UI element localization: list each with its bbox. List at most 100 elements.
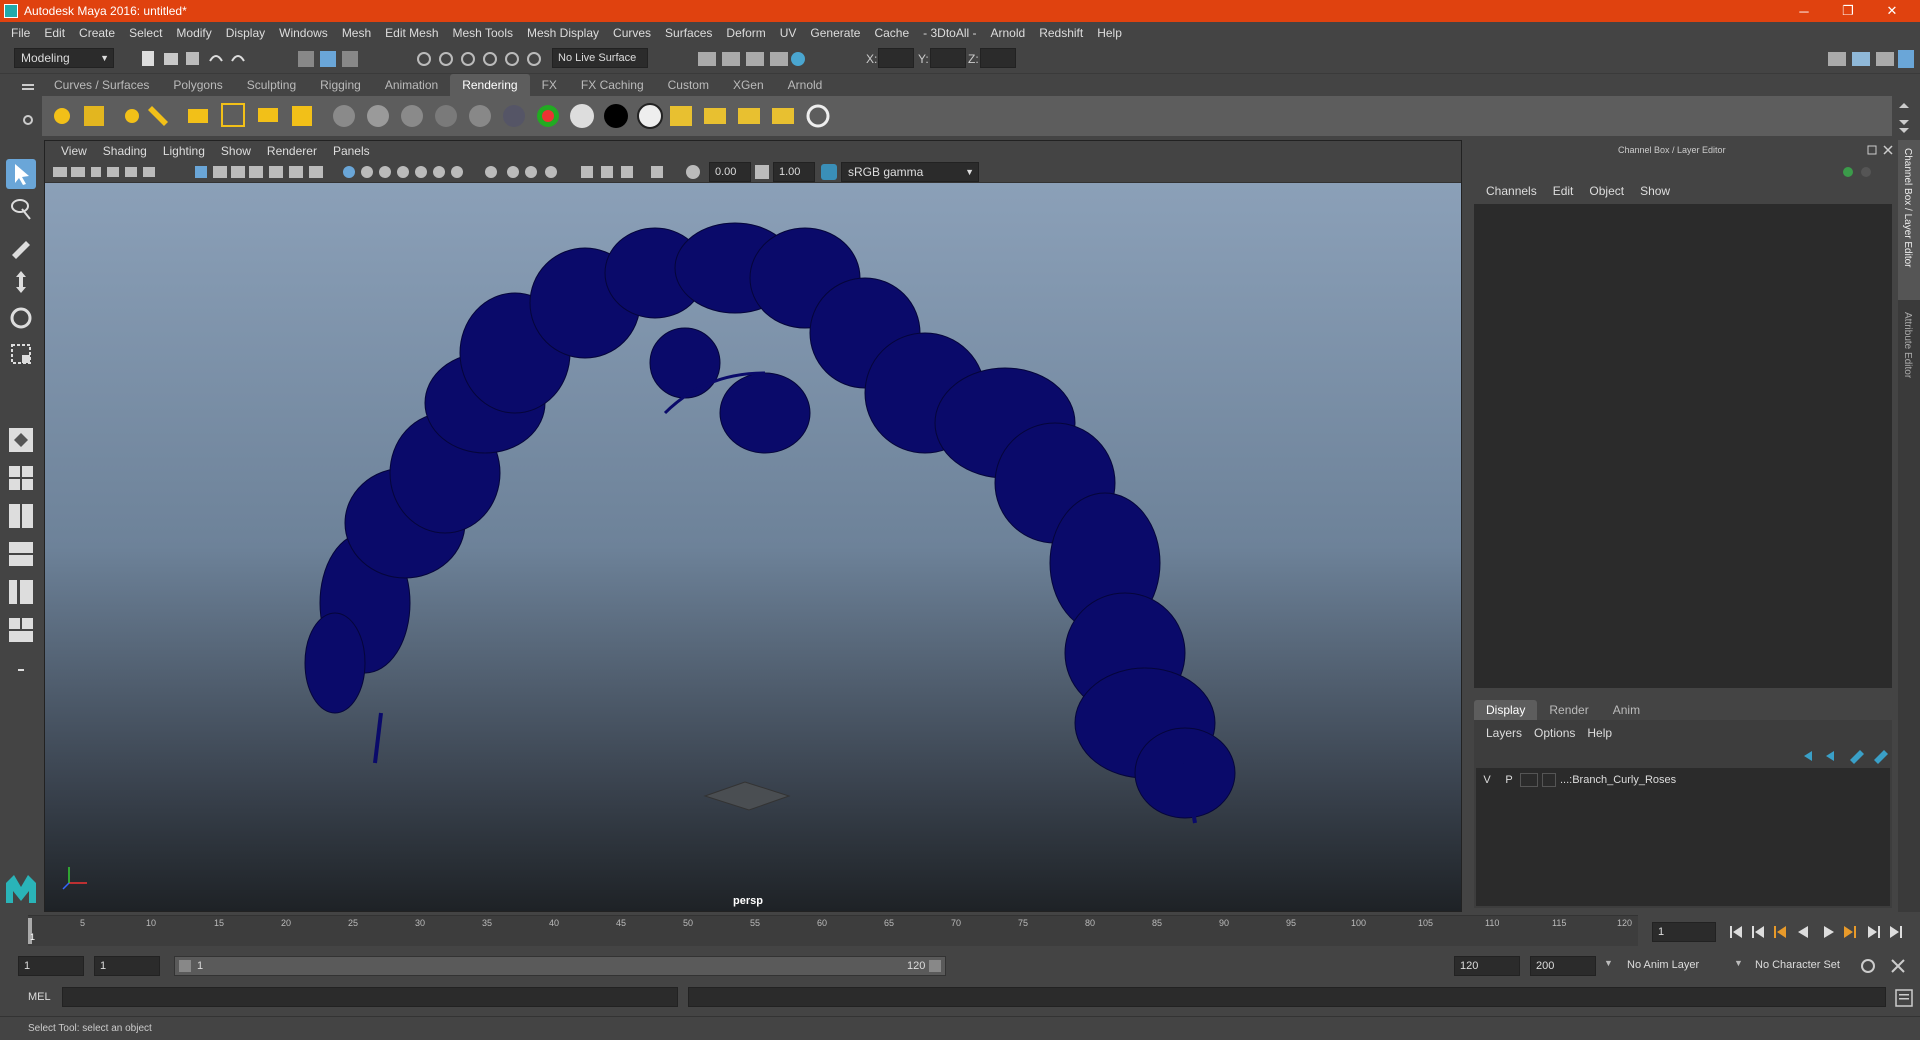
viewport-toolbar-icons[interactable] bbox=[51, 163, 731, 181]
file-tools-icons[interactable] bbox=[138, 49, 268, 69]
range-slider[interactable]: 1 120 bbox=[174, 956, 946, 976]
script-editor-icon[interactable] bbox=[1894, 988, 1914, 1008]
layer-tab-display[interactable]: Display bbox=[1474, 700, 1538, 720]
exposure-field[interactable]: 0.00 bbox=[709, 162, 751, 182]
move-tool-button[interactable] bbox=[6, 267, 36, 297]
menu-display[interactable]: Display bbox=[219, 26, 272, 40]
layer-menu-help[interactable]: Help bbox=[1581, 726, 1618, 740]
layer-row[interactable]: V P ...:Branch_Curly_Roses bbox=[1476, 770, 1890, 790]
menu-edit[interactable]: Edit bbox=[37, 26, 72, 40]
command-language-label[interactable]: MEL bbox=[28, 991, 51, 1003]
menu-mesh[interactable]: Mesh bbox=[335, 26, 378, 40]
scene-start-field[interactable]: 1 bbox=[18, 956, 84, 976]
single-perspective-layout-button[interactable] bbox=[6, 425, 36, 455]
minimize-button[interactable]: ─ bbox=[1782, 0, 1826, 22]
menu-uv[interactable]: UV bbox=[773, 26, 804, 40]
scene-end-field[interactable]: 200 bbox=[1530, 956, 1596, 976]
color-space-dropdown[interactable]: sRGB gamma ▼ bbox=[841, 162, 979, 182]
menu-file[interactable]: File bbox=[4, 26, 37, 40]
range-slider-end-handle[interactable] bbox=[929, 960, 941, 972]
scale-tool-button[interactable] bbox=[6, 339, 36, 369]
persp-outliner-layout-button[interactable] bbox=[6, 539, 36, 569]
menu-help[interactable]: Help bbox=[1090, 26, 1129, 40]
persp-graph-layout-button[interactable] bbox=[6, 577, 36, 607]
menu-deform[interactable]: Deform bbox=[719, 26, 772, 40]
viewport-menu-show[interactable]: Show bbox=[213, 144, 259, 158]
layer-name[interactable]: ...:Branch_Curly_Roses bbox=[1560, 774, 1676, 786]
maximize-button[interactable]: ❐ bbox=[1826, 0, 1870, 22]
layer-visibility-toggle[interactable]: V bbox=[1476, 774, 1498, 786]
channel-box-menu-channels[interactable]: Channels bbox=[1478, 184, 1545, 198]
panel-toggle-icons[interactable] bbox=[1826, 48, 1916, 70]
character-set-dropdown[interactable]: No Character Set bbox=[1750, 956, 1870, 976]
rotate-tool-button[interactable] bbox=[6, 303, 36, 333]
shelf-scroll-arrows[interactable] bbox=[1896, 100, 1912, 134]
layer-type-toggle[interactable] bbox=[1520, 773, 1538, 787]
shelf-tab-fx-caching[interactable]: FX Caching bbox=[569, 74, 656, 96]
menu-edit-mesh[interactable]: Edit Mesh bbox=[378, 26, 445, 40]
layer-menu-layers[interactable]: Layers bbox=[1480, 726, 1528, 740]
branch-curly-roses-mesh[interactable] bbox=[304, 222, 1236, 824]
menu-generate[interactable]: Generate bbox=[803, 26, 867, 40]
layer-menu-options[interactable]: Options bbox=[1528, 726, 1581, 740]
shelf-tab-curves-surfaces[interactable]: Curves / Surfaces bbox=[42, 74, 161, 96]
shelf-tab-custom[interactable]: Custom bbox=[656, 74, 721, 96]
current-frame-field[interactable]: 1 bbox=[1652, 922, 1716, 942]
render-tools-icons[interactable] bbox=[696, 49, 806, 69]
playback-controls[interactable] bbox=[1728, 922, 1908, 942]
layer-color-swatch[interactable] bbox=[1542, 773, 1556, 787]
menu-mesh-display[interactable]: Mesh Display bbox=[520, 26, 606, 40]
shelf-tool-icons[interactable] bbox=[42, 96, 862, 136]
four-view-layout-button[interactable] bbox=[6, 463, 36, 493]
close-button[interactable]: ✕ bbox=[1870, 0, 1914, 22]
mode-dropdown[interactable]: Modeling ▼ bbox=[14, 48, 114, 68]
menu-3dtoall[interactable]: - 3DtoAll - bbox=[916, 26, 983, 40]
layer-tab-anim[interactable]: Anim bbox=[1601, 700, 1652, 720]
shelf-tab-xgen[interactable]: XGen bbox=[721, 74, 776, 96]
layer-action-icons[interactable] bbox=[1802, 748, 1888, 764]
command-input[interactable] bbox=[62, 987, 678, 1007]
chevron-down-icon[interactable]: ▼ bbox=[1734, 958, 1743, 968]
hypershade-layout-button[interactable] bbox=[6, 615, 36, 645]
shelf-tab-sculpting[interactable]: Sculpting bbox=[235, 74, 308, 96]
lasso-tool-button[interactable] bbox=[6, 195, 36, 225]
panel-float-close-icons[interactable] bbox=[1866, 144, 1896, 156]
snap-tools-icons[interactable] bbox=[414, 49, 544, 69]
selection-mask-icons[interactable] bbox=[296, 49, 376, 69]
menu-modify[interactable]: Modify bbox=[169, 26, 218, 40]
channel-list-area[interactable] bbox=[1474, 204, 1892, 688]
key-preferences-icons[interactable] bbox=[1858, 956, 1914, 976]
viewport-menu-lighting[interactable]: Lighting bbox=[155, 144, 213, 158]
menu-redshift[interactable]: Redshift bbox=[1032, 26, 1090, 40]
color-management-icon[interactable] bbox=[821, 164, 837, 180]
menu-create[interactable]: Create bbox=[72, 26, 122, 40]
gamma-field[interactable]: 1.00 bbox=[773, 162, 815, 182]
shelf-tab-polygons[interactable]: Polygons bbox=[161, 74, 234, 96]
playback-start-field[interactable]: 1 bbox=[94, 956, 160, 976]
toolbox-more-button[interactable] bbox=[6, 655, 36, 685]
shelf-tab-animation[interactable]: Animation bbox=[373, 74, 450, 96]
layer-tab-render[interactable]: Render bbox=[1537, 700, 1600, 720]
menu-mesh-tools[interactable]: Mesh Tools bbox=[446, 26, 520, 40]
menu-arnold[interactable]: Arnold bbox=[984, 26, 1033, 40]
shelf-tab-fx[interactable]: FX bbox=[530, 74, 569, 96]
shelf-tab-arnold[interactable]: Arnold bbox=[776, 74, 835, 96]
viewport-menu-panels[interactable]: Panels bbox=[325, 144, 378, 158]
viewport-menu-shading[interactable]: Shading bbox=[95, 144, 155, 158]
z-field[interactable] bbox=[980, 48, 1016, 68]
shelf-tab-rendering[interactable]: Rendering bbox=[450, 74, 530, 96]
paint-select-tool-button[interactable] bbox=[6, 231, 36, 261]
channel-box-toolbar-icons[interactable] bbox=[1840, 164, 1874, 180]
y-field[interactable] bbox=[930, 48, 966, 68]
two-view-layout-button[interactable] bbox=[6, 501, 36, 531]
menu-windows[interactable]: Windows bbox=[272, 26, 335, 40]
menu-cache[interactable]: Cache bbox=[867, 26, 916, 40]
menu-surfaces[interactable]: Surfaces bbox=[658, 26, 719, 40]
anim-layer-dropdown[interactable]: No Anim Layer bbox=[1622, 956, 1734, 976]
menu-curves[interactable]: Curves bbox=[606, 26, 658, 40]
channel-box-menu-show[interactable]: Show bbox=[1632, 184, 1678, 198]
range-slider-start-handle[interactable] bbox=[179, 960, 191, 972]
perspective-viewport[interactable]: persp bbox=[45, 183, 1461, 911]
live-surface-field[interactable]: No Live Surface bbox=[552, 48, 648, 68]
channel-box-menu-edit[interactable]: Edit bbox=[1545, 184, 1582, 198]
